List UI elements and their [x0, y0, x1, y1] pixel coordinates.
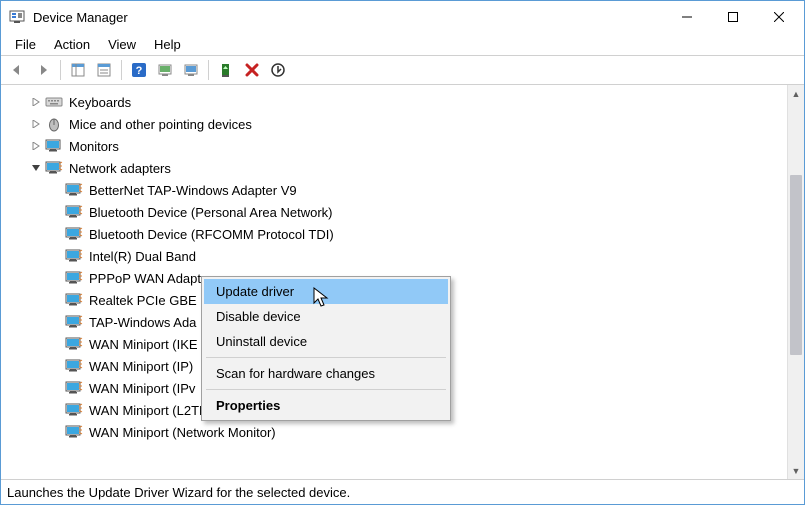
keyboard-icon — [45, 93, 63, 111]
menu-help[interactable]: Help — [146, 35, 189, 54]
window-title: Device Manager — [33, 10, 664, 25]
context-menu: Update driver Disable device Uninstall d… — [201, 276, 451, 421]
device-item[interactable]: BetterNet TAP-Windows Adapter V9 — [11, 179, 804, 201]
context-menu-separator — [206, 357, 446, 358]
device-item[interactable]: Intel(R) Dual Band — [11, 245, 804, 267]
properties-button[interactable] — [179, 58, 203, 82]
category-mice[interactable]: Mice and other pointing devices — [11, 113, 804, 135]
statusbar: Launches the Update Driver Wizard for th… — [1, 480, 804, 504]
network-adapter-icon — [65, 313, 83, 331]
chevron-right-icon[interactable] — [29, 95, 43, 109]
context-menu-separator — [206, 389, 446, 390]
monitor-icon — [45, 137, 63, 155]
ctx-disable-device[interactable]: Disable device — [204, 304, 448, 329]
minimize-button[interactable] — [664, 2, 710, 32]
category-label: Keyboards — [69, 95, 131, 110]
toolbar-separator — [121, 60, 122, 80]
svg-text:?: ? — [136, 65, 143, 77]
scroll-thumb[interactable] — [790, 175, 802, 355]
scan-hardware-button[interactable] — [153, 58, 177, 82]
device-label: Bluetooth Device (RFCOMM Protocol TDI) — [89, 227, 334, 242]
device-item[interactable]: Bluetooth Device (Personal Area Network) — [11, 201, 804, 223]
device-label: PPPoP WAN Adapt — [89, 271, 201, 286]
category-label: Monitors — [69, 139, 119, 154]
network-adapter-icon — [65, 379, 83, 397]
device-label: Intel(R) Dual Band — [89, 249, 196, 264]
show-hide-actions-button[interactable] — [92, 58, 116, 82]
device-label: WAN Miniport (L2TP) — [89, 403, 212, 418]
device-label: Bluetooth Device (Personal Area Network) — [89, 205, 333, 220]
status-text: Launches the Update Driver Wizard for th… — [7, 485, 350, 500]
network-adapter-icon — [65, 291, 83, 309]
forward-button[interactable] — [31, 58, 55, 82]
update-driver-button[interactable] — [214, 58, 238, 82]
scroll-down-icon[interactable]: ▼ — [788, 462, 804, 479]
network-adapter-icon — [65, 247, 83, 265]
device-label: WAN Miniport (Network Monitor) — [89, 425, 276, 440]
category-network-adapters[interactable]: Network adapters — [11, 157, 804, 179]
chevron-right-icon[interactable] — [29, 117, 43, 131]
network-adapter-icon — [65, 181, 83, 199]
scroll-up-icon[interactable]: ▲ — [788, 85, 804, 102]
network-adapter-icon — [65, 357, 83, 375]
ctx-update-driver[interactable]: Update driver — [204, 279, 448, 304]
uninstall-button[interactable] — [240, 58, 264, 82]
help-button[interactable]: ? — [127, 58, 151, 82]
network-adapter-icon — [65, 225, 83, 243]
toolbar: ? — [1, 55, 804, 85]
device-label: WAN Miniport (IPv — [89, 381, 195, 396]
menubar: File Action View Help — [1, 33, 804, 55]
back-button[interactable] — [5, 58, 29, 82]
chevron-down-icon[interactable] — [29, 161, 43, 175]
device-item[interactable]: Bluetooth Device (RFCOMM Protocol TDI) — [11, 223, 804, 245]
toolbar-separator — [60, 60, 61, 80]
device-label: Realtek PCIe GBE F — [89, 293, 208, 308]
titlebar: Device Manager — [1, 1, 804, 33]
network-adapter-icon — [65, 423, 83, 441]
chevron-right-icon[interactable] — [29, 139, 43, 153]
window-controls — [664, 2, 802, 32]
device-label: WAN Miniport (IKE — [89, 337, 198, 352]
disable-button[interactable] — [266, 58, 290, 82]
network-adapter-icon — [65, 269, 83, 287]
vertical-scrollbar[interactable]: ▲ ▼ — [787, 85, 804, 479]
ctx-uninstall-device[interactable]: Uninstall device — [204, 329, 448, 354]
toolbar-separator — [208, 60, 209, 80]
app-icon — [9, 9, 25, 25]
device-item[interactable]: WAN Miniport (Network Monitor) — [11, 421, 804, 443]
device-label: WAN Miniport (IP) — [89, 359, 193, 374]
menu-action[interactable]: Action — [46, 35, 98, 54]
category-label: Network adapters — [69, 161, 171, 176]
menu-view[interactable]: View — [100, 35, 144, 54]
category-monitors[interactable]: Monitors — [11, 135, 804, 157]
maximize-button[interactable] — [710, 2, 756, 32]
category-keyboards[interactable]: Keyboards — [11, 91, 804, 113]
show-hide-tree-button[interactable] — [66, 58, 90, 82]
network-adapter-icon — [65, 203, 83, 221]
network-adapter-icon — [65, 335, 83, 353]
ctx-scan-hardware[interactable]: Scan for hardware changes — [204, 361, 448, 386]
mouse-icon — [45, 115, 63, 133]
close-button[interactable] — [756, 2, 802, 32]
menu-file[interactable]: File — [7, 35, 44, 54]
network-adapter-icon — [65, 401, 83, 419]
category-label: Mice and other pointing devices — [69, 117, 252, 132]
device-label: BetterNet TAP-Windows Adapter V9 — [89, 183, 297, 198]
network-adapter-icon — [45, 159, 63, 177]
device-label: TAP-Windows Ada — [89, 315, 196, 330]
ctx-properties[interactable]: Properties — [204, 393, 448, 418]
